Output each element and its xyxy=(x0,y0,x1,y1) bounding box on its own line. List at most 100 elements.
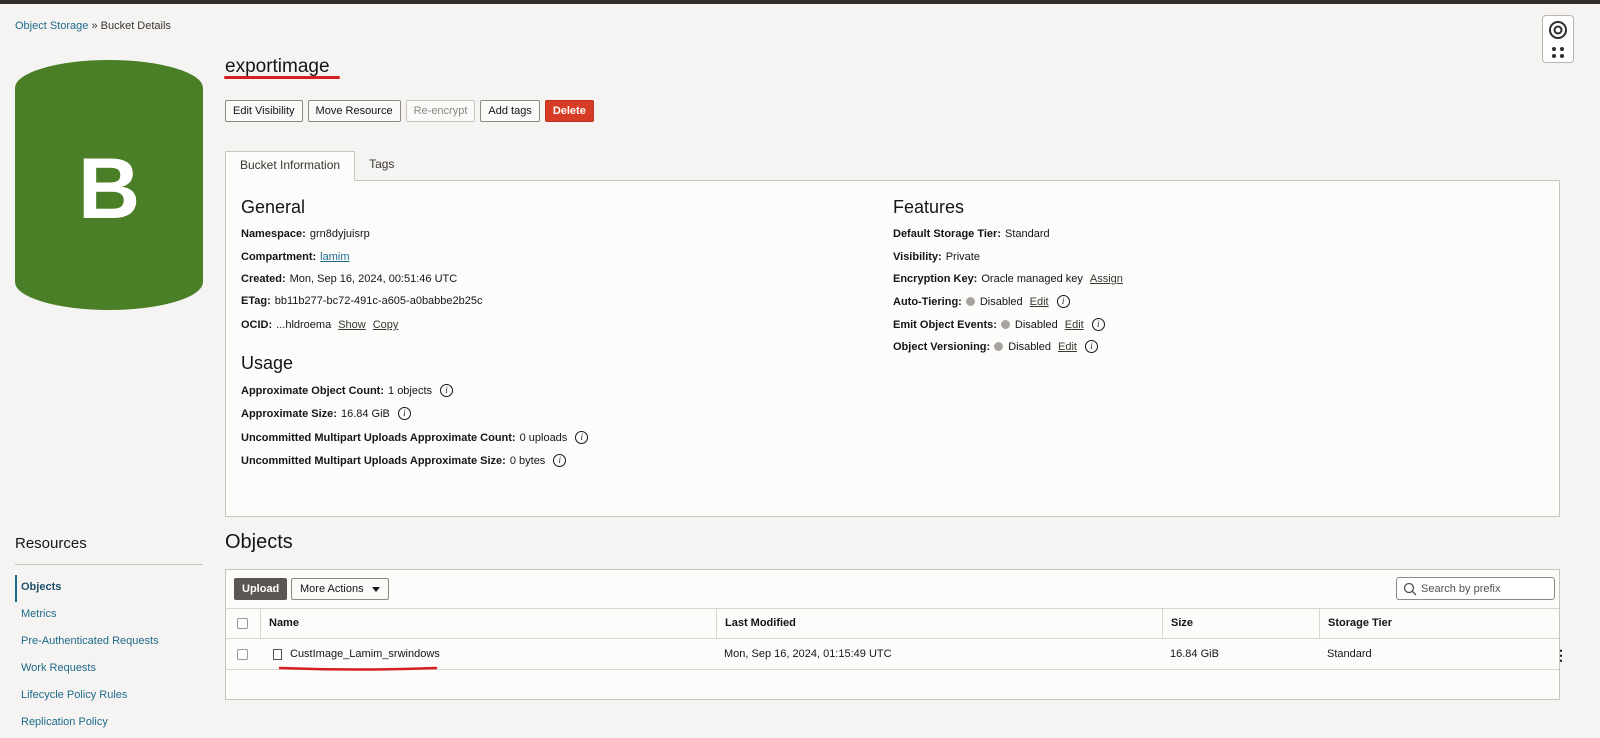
created-row: Created: Mon, Sep 16, 2024, 00:51:46 UTC xyxy=(241,273,457,285)
etag-label: ETag: xyxy=(241,295,271,307)
multipart-count-row: Uncommitted Multipart Uploads Approximat… xyxy=(241,431,589,444)
select-all-checkbox[interactable] xyxy=(237,618,248,629)
caret-down-icon xyxy=(371,586,380,592)
resource-item-work-requests[interactable]: Work Requests xyxy=(15,656,203,683)
ocid-label: OCID: xyxy=(241,319,273,331)
help-lifebuoy-button[interactable] xyxy=(1542,15,1574,63)
add-tags-button[interactable]: Add tags xyxy=(480,100,540,122)
info-icon[interactable]: i xyxy=(397,407,411,420)
resources-divider xyxy=(15,564,203,565)
search-by-prefix-input[interactable] xyxy=(1421,582,1541,595)
object-storage-tier: Standard xyxy=(1327,648,1372,660)
object-count-row: Approximate Object Count: 1 objects i xyxy=(241,384,454,397)
emit-events-value: Disabled xyxy=(1014,318,1058,331)
info-icon[interactable]: i xyxy=(1084,340,1098,353)
auto-tiering-edit-link[interactable]: Edit xyxy=(1030,296,1049,308)
upload-button[interactable]: Upload xyxy=(234,578,288,600)
etag-value: bb11b277-bc72-491c-a605-a0babbe2b25c xyxy=(274,295,483,307)
lifebuoy-icon xyxy=(1549,21,1567,58)
resource-item-metrics[interactable]: Metrics xyxy=(15,602,203,629)
column-header-name[interactable]: Name xyxy=(260,609,716,638)
top-bar xyxy=(0,0,1600,4)
search-box xyxy=(1396,577,1555,600)
objects-panel: Upload More Actions Name Last Modified S… xyxy=(225,569,1568,700)
search-icon xyxy=(1403,582,1417,595)
created-label: Created: xyxy=(241,273,286,285)
row-select-checkbox[interactable] xyxy=(237,649,248,660)
more-actions-button[interactable]: More Actions xyxy=(291,578,389,600)
ocid-value: ...hldroema xyxy=(276,319,332,331)
auto-tiering-row: Auto-Tiering: Disabled Edit i xyxy=(893,295,1070,308)
multipart-size-label: Uncommitted Multipart Uploads Approximat… xyxy=(241,454,506,467)
emit-events-edit-link[interactable]: Edit xyxy=(1065,319,1084,331)
breadcrumb-current: Bucket Details xyxy=(100,20,171,32)
resource-item-pre-authenticated-requests[interactable]: Pre-Authenticated Requests xyxy=(15,629,203,656)
resource-item-objects[interactable]: Objects xyxy=(15,575,203,602)
visibility-row: Visibility: Private xyxy=(893,251,980,263)
info-icon[interactable]: i xyxy=(575,431,589,444)
row-actions-kebab-icon[interactable]: ⋮ xyxy=(1554,648,1568,662)
assign-link[interactable]: Assign xyxy=(1090,273,1123,285)
compartment-link[interactable]: lamim xyxy=(320,251,349,263)
bucket-action-toolbar: Edit Visibility Move Resource Re-encrypt… xyxy=(225,100,594,122)
compartment-row: Compartment: lamim xyxy=(241,251,350,263)
info-icon[interactable]: i xyxy=(1056,295,1070,308)
versioning-row: Object Versioning: Disabled Edit i xyxy=(893,340,1098,353)
resource-item-lifecycle-policy-rules[interactable]: Lifecycle Policy Rules xyxy=(15,683,203,710)
encryption-key-row: Encryption Key: Oracle managed key Assig… xyxy=(893,273,1123,285)
breadcrumb: Object Storage » Bucket Details xyxy=(15,20,171,32)
approx-size-label: Approximate Size: xyxy=(241,407,337,420)
emit-events-label: Emit Object Events: xyxy=(893,318,997,331)
bucket-icon: B xyxy=(15,60,203,310)
breadcrumb-object-storage[interactable]: Object Storage xyxy=(15,20,88,32)
storage-tier-row: Default Storage Tier: Standard xyxy=(893,228,1050,240)
object-count-value: 1 objects xyxy=(388,384,433,397)
ocid-show-link[interactable]: Show xyxy=(338,319,366,331)
column-header-size[interactable]: Size xyxy=(1162,609,1319,638)
compartment-label: Compartment: xyxy=(241,251,317,263)
delete-button[interactable]: Delete xyxy=(544,100,594,122)
visibility-value: Private xyxy=(945,251,980,263)
storage-tier-label: Default Storage Tier: xyxy=(893,228,1001,240)
emit-events-row: Emit Object Events: Disabled Edit i xyxy=(893,318,1105,331)
features-heading: Features xyxy=(893,197,965,217)
namespace-row: Namespace: grn8dyjuisrp xyxy=(241,228,370,240)
annotation-underline-title xyxy=(224,76,340,79)
object-last-modified: Mon, Sep 16, 2024, 01:15:49 UTC xyxy=(724,648,892,660)
etag-row: ETag: bb11b277-bc72-491c-a605-a0babbe2b2… xyxy=(241,295,483,307)
ocid-row: OCID: ...hldroema Show Copy xyxy=(241,319,398,331)
breadcrumb-separator: » xyxy=(91,20,98,32)
resources-menu: Objects Metrics Pre-Authenticated Reques… xyxy=(15,575,203,737)
tab-tags[interactable]: Tags xyxy=(355,151,408,180)
bucket-information-panel: General Namespace: grn8dyjuisrp Compartm… xyxy=(225,180,1560,517)
versioning-edit-link[interactable]: Edit xyxy=(1058,341,1077,353)
edit-visibility-button[interactable]: Edit Visibility xyxy=(225,100,303,122)
status-dot-icon xyxy=(994,342,1004,351)
resource-item-replication-policy[interactable]: Replication Policy xyxy=(15,710,203,737)
auto-tiering-label: Auto-Tiering: xyxy=(893,295,962,308)
encryption-key-label: Encryption Key: xyxy=(893,273,978,285)
general-heading: General xyxy=(241,197,306,217)
encryption-key-value: Oracle managed key xyxy=(981,273,1083,285)
move-resource-button[interactable]: Move Resource xyxy=(307,100,401,122)
approx-size-value: 16.84 GiB xyxy=(340,407,390,420)
tab-bucket-information[interactable]: Bucket Information xyxy=(225,151,356,181)
column-header-last-modified[interactable]: Last Modified xyxy=(716,609,1162,638)
reencrypt-button[interactable]: Re-encrypt xyxy=(405,100,476,122)
versioning-value: Disabled xyxy=(1008,340,1051,353)
multipart-count-label: Uncommitted Multipart Uploads Approximat… xyxy=(241,431,516,444)
info-icon[interactable]: i xyxy=(1091,318,1105,331)
multipart-size-row: Uncommitted Multipart Uploads Approximat… xyxy=(241,454,567,467)
usage-heading: Usage xyxy=(241,353,294,373)
ocid-copy-link[interactable]: Copy xyxy=(373,319,399,331)
status-dot-icon xyxy=(965,297,975,306)
approx-size-row: Approximate Size: 16.84 GiB i xyxy=(241,407,411,420)
more-actions-label: More Actions xyxy=(300,583,364,595)
details-tabs: Bucket Information Tags xyxy=(225,151,408,181)
info-icon[interactable]: i xyxy=(440,384,454,397)
objects-table-header: Name Last Modified Size Storage Tier xyxy=(226,608,1559,639)
object-size: 16.84 GiB xyxy=(1170,648,1219,660)
namespace-label: Namespace: xyxy=(241,228,306,240)
column-header-storage-tier[interactable]: Storage Tier xyxy=(1319,609,1559,638)
info-icon[interactable]: i xyxy=(553,454,567,467)
